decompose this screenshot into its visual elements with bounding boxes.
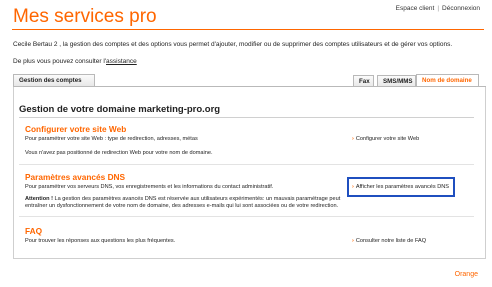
help-text: De plus vous pouvez consulter l'assistan… [13,58,137,65]
configurer-site-web-link[interactable]: › Configurer votre site Web [352,136,419,142]
link-separator: | [437,5,440,12]
warning-text: La gestion des paramètres avancés DNS es… [54,196,341,202]
section-text: Pour trouver les réponses aux questions … [25,238,176,244]
section-warning-text: Attention ! La gestion des paramètres av… [25,196,340,203]
link-label: Consulter notre liste de FAQ [355,238,427,244]
consulter-faq-link[interactable]: › Consulter notre liste de FAQ [352,238,426,244]
section-text: Pour paramétrer votre site Web : type de… [25,136,198,142]
section-text: Pour paramétrer vos serveurs DNS, vos en… [25,184,274,190]
chevron-right-icon: › [352,136,354,142]
intro-text: Cecile Bertau 2 , la gestion des comptes… [13,41,453,48]
highlight-box [347,177,455,197]
section-text: entraîner un dysfonctionnement de votre … [25,203,339,209]
page-title: Mes services pro [13,6,157,27]
chevron-right-icon: › [352,238,354,244]
header-divider [12,29,484,30]
main-heading: Gestion de votre domaine marketing-pro.o… [19,104,221,115]
top-links: Espace client | Déconnexion [396,5,480,12]
section-title-site-web[interactable]: Configurer votre site Web [25,124,126,134]
section-title-dns[interactable]: Paramètres avancés DNS [25,172,125,182]
espace-client-link[interactable]: Espace client [396,5,435,12]
tab-gestion-des-comptes[interactable]: Gestion des comptes [13,74,95,86]
section-divider [19,216,474,217]
section-title-faq[interactable]: FAQ [25,226,42,236]
link-label: Configurer votre site Web [355,136,420,142]
heading-divider [19,117,474,118]
help-prefix: De plus vous pouvez consulter l' [13,58,107,65]
section-text: Vous n'avez pas positionné de redirectio… [25,150,213,156]
assistance-link[interactable]: assistance [106,58,137,65]
warning-label: Attention ! [25,196,53,202]
orange-brand-link[interactable]: Orange [455,271,478,278]
deconnexion-link[interactable]: Déconnexion [442,5,480,12]
section-divider [19,164,474,165]
